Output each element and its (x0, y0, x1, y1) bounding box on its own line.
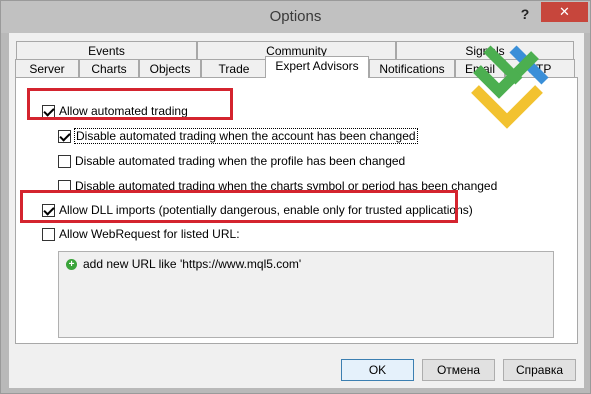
highlight-box-automated-trading (27, 88, 233, 120)
logo-yellow-chevron (471, 85, 543, 129)
tab-label: Objects (149, 62, 191, 76)
tab-objects[interactable]: Objects (139, 59, 201, 78)
allow-webrequest-label: Allow WebRequest for listed URL: (59, 227, 240, 241)
highlight-box-dll-imports (20, 190, 458, 223)
tab-charts[interactable]: Charts (79, 59, 139, 78)
url-list[interactable]: + add new URL like 'https://www.mql5.com… (58, 251, 554, 338)
brand-logo-icon (471, 45, 549, 129)
disable-on-account-change-option[interactable]: Disable automated trading when the accou… (58, 128, 418, 144)
tab-trade[interactable]: Trade (201, 59, 267, 78)
close-button[interactable]: ✕ (541, 2, 588, 22)
tab-events[interactable]: Events (16, 41, 197, 60)
disable-on-account-change-label: Disable automated trading when the accou… (74, 128, 418, 144)
help-title-button[interactable]: ? (513, 4, 537, 24)
options-dialog: Options ? ✕ Events Community Signals Ser… (0, 0, 591, 394)
add-url-item[interactable]: add new URL like 'https://www.mql5.com' (83, 257, 301, 271)
disable-on-profile-change-option[interactable]: Disable automated trading when the profi… (58, 153, 405, 169)
tab-notifications[interactable]: Notifications (369, 59, 455, 78)
tab-label: Trade (218, 62, 250, 76)
disable-on-account-change-checkbox[interactable] (58, 129, 71, 143)
cancel-button[interactable]: Отмена (422, 359, 495, 381)
disable-on-profile-change-label: Disable automated trading when the profi… (75, 154, 406, 168)
tab-label: Events (88, 44, 125, 58)
tab-expert-advisors[interactable]: Expert Advisors (265, 56, 369, 78)
add-url-icon[interactable]: + (66, 259, 77, 270)
allow-webrequest-option[interactable]: Allow WebRequest for listed URL: (42, 226, 240, 242)
help-button[interactable]: Справка (503, 359, 576, 381)
tab-label: Expert Advisors (275, 59, 359, 73)
title-bar[interactable]: Options ? ✕ (1, 1, 590, 33)
tab-label: Server (29, 62, 65, 76)
tab-label: Charts (91, 62, 127, 76)
window-title: Options (269, 8, 322, 25)
tab-server[interactable]: Server (15, 59, 79, 78)
disable-on-profile-change-checkbox[interactable] (58, 154, 71, 168)
ok-button[interactable]: OK (341, 359, 414, 381)
tab-label: Notifications (379, 62, 445, 76)
allow-webrequest-checkbox[interactable] (42, 227, 55, 241)
